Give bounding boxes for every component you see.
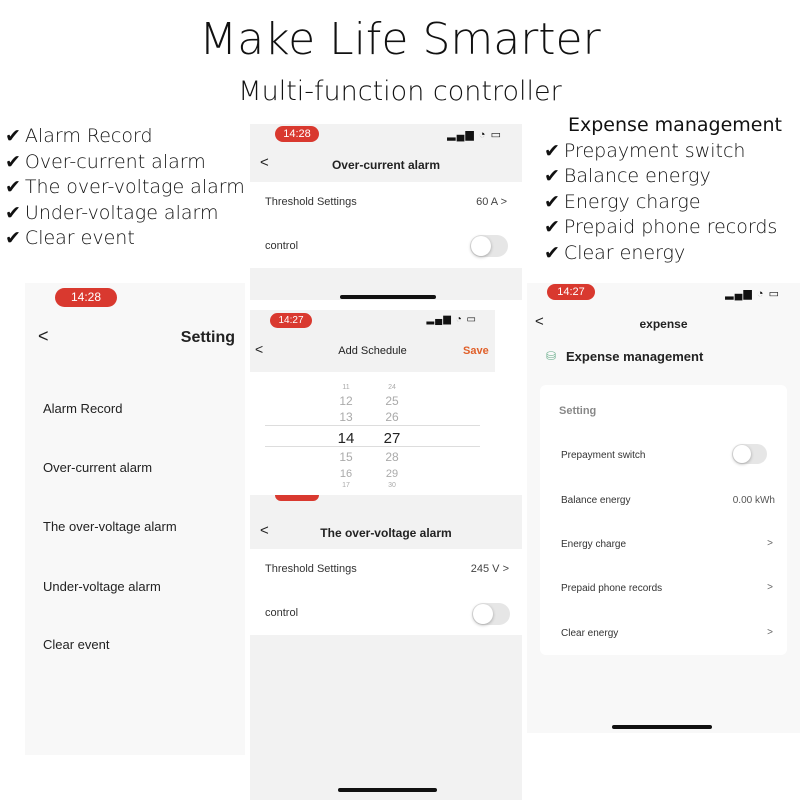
screen-title: expense [639,317,688,331]
schedule-screen: 14:27 ▂▄▆ ◔ ▭ < Add Schedule Save 11 12 … [250,310,522,495]
balance-value: 0.00 kWh [732,495,775,506]
setting-item-clear-event[interactable]: Clear event [43,637,109,652]
check-icon: ✔ [5,125,21,147]
chevron-right-icon[interactable]: > [767,538,773,549]
hour-picker[interactable]: 11 12 13 14 15 16 17 [331,384,361,489]
row-prepaid-records[interactable]: Prepaid phone records [561,583,662,594]
row-energy-charge[interactable]: Energy charge [561,539,626,550]
save-button[interactable]: Save [463,345,489,357]
row-balance-energy: Balance energy [561,495,631,506]
control-toggle[interactable] [472,603,510,625]
setting-item-over-current[interactable]: Over-current alarm [43,460,152,475]
feature-item: ✔ Clear energy [544,241,686,264]
status-time: 14:28 [55,288,117,307]
expense-screen: 14:27 ▂▄▆ ◔ ▭ < expense ⛁ Expense manage… [527,283,800,733]
threshold-label: Threshold Settings [265,563,357,575]
control-toggle[interactable] [470,235,508,257]
feature-item: ✔ Under-voltage alarm [5,201,219,224]
feature-item: ✔ Alarm Record [5,125,153,147]
right-feature-list: Expense management ✔ Prepayment switch ✔ B… [544,113,782,266]
check-icon: ✔ [544,216,560,238]
overvoltage-screen: < The over-voltage alarm Threshold Setti… [250,495,522,800]
prepayment-toggle[interactable] [732,444,767,464]
row-clear-energy[interactable]: Clear energy [561,628,618,639]
minute-picker[interactable]: 24 25 26 27 28 29 30 [377,384,407,489]
home-indicator [340,295,436,299]
home-indicator [612,725,712,729]
home-indicator [338,788,437,792]
chevron-right-icon[interactable]: > [767,582,773,593]
check-icon: ✔ [544,190,560,213]
control-label: control [265,607,299,619]
feature-item: ✔ The over-voltage alarm [5,176,245,198]
status-icons: ▂▄▆ ◔ ▭ [447,129,502,141]
overcurrent-screen: 14:28 ▂▄▆ ◔ ▭ < Over-current alarm Thres… [250,124,522,300]
check-icon: ✔ [5,150,21,173]
page-title: Make Life Smarter [199,14,601,65]
screen-title: Over-current alarm [331,158,441,172]
check-icon: ✔ [544,241,560,264]
setting-item-over-voltage[interactable]: The over-voltage alarm [43,519,177,534]
status-icons: ▂▄▆ ◔ ▭ [426,314,477,325]
feature-item: ✔ Over-current alarm [5,150,206,173]
setting-item-under-voltage[interactable]: Under-voltage alarm [43,579,161,594]
feature-item: ✔ Clear event [5,227,135,249]
page-subtitle: Multi-function controller [238,76,562,107]
control-label: control [265,240,299,252]
screen-title: Add Schedule [338,345,407,357]
feature-item: ✔ Balance energy [544,165,711,187]
screen-title: Setting [180,329,235,346]
status-icons: ▂▄▆ ◔ ▭ [725,288,780,300]
section-title: Expense management [566,349,704,364]
check-icon: ✔ [544,139,560,162]
feature-item: ✔ Prepaid phone records [544,216,778,238]
feature-item: ✔ Energy charge [544,190,701,213]
setting-screen: 14:28 < Setting Alarm Record Over-curren… [25,283,245,755]
threshold-label: Threshold Settings [265,196,357,208]
left-feature-list: ✔ Alarm Record ✔ Over-current alarm ✔ The o… [5,124,245,252]
check-icon: ✔ [5,227,21,249]
settings-card: Setting Prepayment switch Balance energy… [540,385,787,655]
check-icon: ✔ [5,176,21,198]
status-time: 14:27 [547,284,595,300]
chevron-right-icon[interactable]: > [767,627,773,638]
threshold-value[interactable]: 245 V > [471,563,509,575]
threshold-value[interactable]: 60 A > [476,196,507,208]
screen-title: The over-voltage alarm [320,526,452,540]
back-button[interactable]: < [38,326,49,347]
coins-icon: ⛁ [546,349,557,363]
setting-item-alarm-record[interactable]: Alarm Record [43,401,122,416]
check-icon: ✔ [5,201,21,224]
feature-heading: Expense management [568,114,782,136]
feature-item: ✔ Prepayment switch [544,139,746,162]
card-title: Setting [559,405,597,417]
check-icon: ✔ [544,165,560,187]
status-time: 14:27 [270,313,312,328]
row-prepayment-switch: Prepayment switch [561,450,646,461]
status-time: 14:28 [275,126,319,142]
